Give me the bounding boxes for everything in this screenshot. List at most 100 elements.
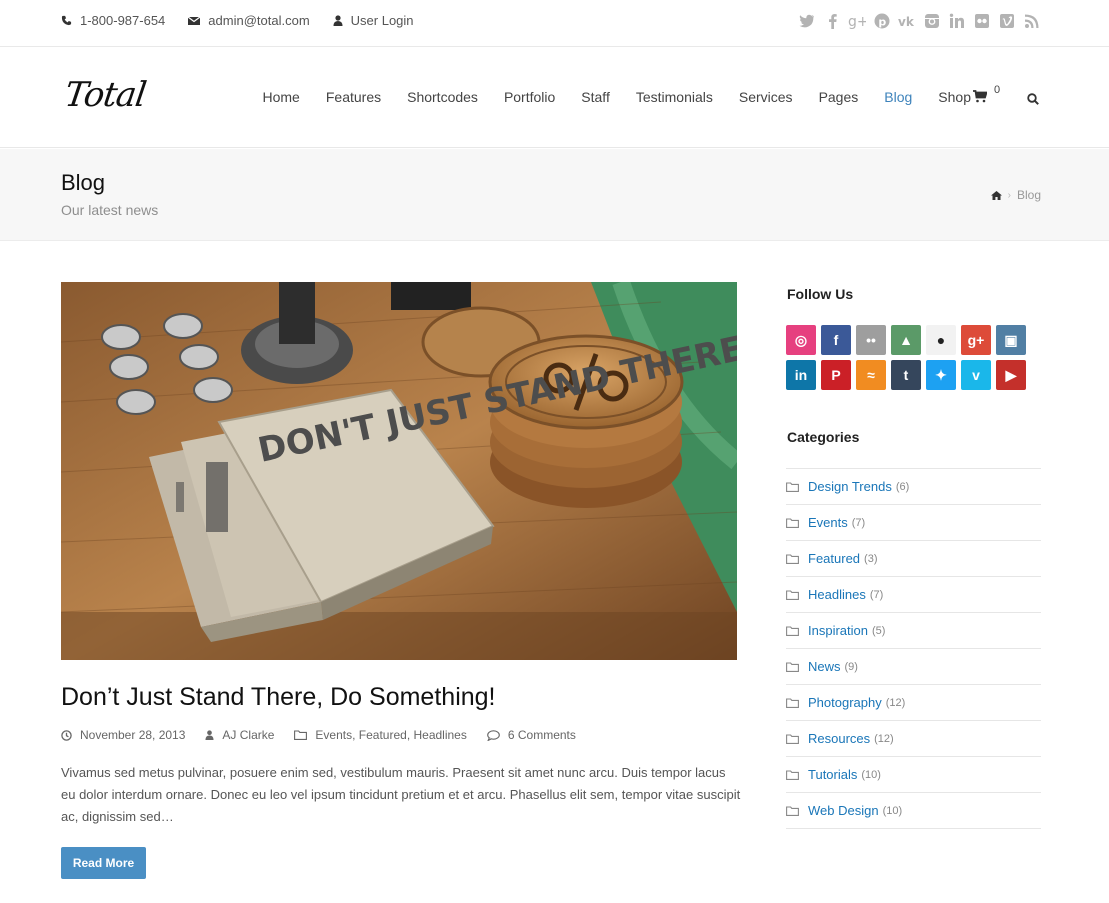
- cart-count: 0: [994, 84, 1001, 96]
- nav-shortcodes[interactable]: Shortcodes: [407, 89, 478, 105]
- vimeo-icon[interactable]: [998, 12, 1016, 30]
- top-bar: 1-800-987-654 admin@total.com User Login…: [0, 0, 1109, 47]
- category-link[interactable]: Headlines: [808, 587, 866, 602]
- home-icon[interactable]: [990, 190, 1002, 200]
- nav-shop[interactable]: Shop: [938, 89, 971, 105]
- youtube-icon[interactable]: ▶: [996, 360, 1026, 390]
- facebook-icon[interactable]: [823, 12, 841, 30]
- phone-link[interactable]: 1-800-987-654: [61, 13, 165, 28]
- category-link[interactable]: Inspiration: [808, 623, 868, 638]
- category-count: (10): [882, 804, 903, 817]
- google-plus-icon[interactable]: g+: [961, 325, 991, 355]
- nav-home[interactable]: Home: [263, 89, 300, 105]
- vk-icon[interactable]: vk: [898, 12, 916, 30]
- cart-button[interactable]: 0: [973, 84, 1000, 103]
- nav-staff[interactable]: Staff: [581, 89, 610, 105]
- site-logo[interactable]: Total: [62, 75, 148, 115]
- flickr-icon[interactable]: ••: [856, 325, 886, 355]
- category-item[interactable]: Events (7): [786, 505, 1041, 541]
- post-categories: Events, Featured, Headlines: [294, 728, 467, 742]
- facebook-icon[interactable]: f: [821, 325, 851, 355]
- category-count: (3): [864, 552, 878, 565]
- category-link[interactable]: News: [808, 659, 841, 674]
- category-item[interactable]: Inspiration (5): [786, 613, 1041, 649]
- folder-icon: [786, 481, 799, 492]
- categories-title: Categories: [787, 429, 860, 445]
- tumblr-icon[interactable]: t: [891, 360, 921, 390]
- category-item[interactable]: Headlines (7): [786, 577, 1041, 613]
- read-more-button[interactable]: Read More: [61, 847, 146, 879]
- post-comments[interactable]: 6 Comments: [487, 728, 576, 742]
- nav-portfolio[interactable]: Portfolio: [504, 89, 555, 105]
- category-item[interactable]: Web Design (10): [786, 793, 1041, 829]
- post-category-link[interactable]: Headlines: [413, 728, 466, 742]
- category-count: (7): [851, 516, 866, 529]
- folder-icon: [294, 730, 308, 740]
- instagram-icon[interactable]: [923, 12, 941, 30]
- twitter-icon[interactable]: ✦: [926, 360, 956, 390]
- dribbble-icon[interactable]: ◎: [786, 325, 816, 355]
- category-link[interactable]: Photography: [808, 695, 882, 710]
- svg-text:g+: g+: [848, 14, 866, 29]
- category-item[interactable]: News (9): [786, 649, 1041, 685]
- category-count: (6): [895, 480, 910, 493]
- phone-number: 1-800-987-654: [80, 13, 166, 28]
- nav-blog[interactable]: Blog: [884, 89, 912, 105]
- category-link[interactable]: Resources: [808, 731, 870, 746]
- category-count: (7): [869, 588, 884, 601]
- category-item[interactable]: Photography (12): [786, 685, 1041, 721]
- pinterest-icon[interactable]: p: [873, 12, 891, 30]
- pinterest-icon[interactable]: P: [821, 360, 851, 390]
- github-icon[interactable]: ●: [926, 325, 956, 355]
- flickr-icon[interactable]: [973, 12, 991, 30]
- page-header: Blog Our latest news › Blog: [0, 149, 1109, 241]
- page-title: Blog: [61, 170, 106, 195]
- category-item[interactable]: Featured (3): [786, 541, 1041, 577]
- post-comments-count[interactable]: 6 Comments: [508, 728, 576, 742]
- nav-features[interactable]: Features: [326, 89, 381, 105]
- forrst-icon[interactable]: ▲: [891, 325, 921, 355]
- google-plus-icon[interactable]: g+: [848, 12, 866, 30]
- twitter-icon[interactable]: [798, 12, 816, 30]
- instagram-icon[interactable]: ▣: [996, 325, 1026, 355]
- post-author-name[interactable]: AJ Clarke: [222, 728, 274, 742]
- rss-icon[interactable]: [1023, 12, 1041, 30]
- email-link[interactable]: admin@total.com: [188, 13, 310, 28]
- category-link[interactable]: Design Trends: [808, 479, 892, 494]
- phone-icon: [61, 15, 72, 26]
- category-item[interactable]: Design Trends (6): [786, 469, 1041, 505]
- category-item[interactable]: Resources (12): [786, 721, 1041, 757]
- categories-list: Design Trends (6) Events (7) Featured (3) Head…: [786, 468, 1041, 829]
- category-link[interactable]: Web Design: [808, 803, 879, 818]
- user-icon: [205, 730, 214, 740]
- folder-icon: [786, 589, 799, 600]
- page-subtitle: Our latest news: [61, 202, 159, 218]
- rss-icon[interactable]: ≈: [856, 360, 886, 390]
- category-link[interactable]: Tutorials: [808, 767, 857, 782]
- linkedin-icon[interactable]: in: [786, 360, 816, 390]
- clock-icon: [61, 729, 72, 741]
- linkedin-icon[interactable]: [948, 12, 966, 30]
- nav-pages[interactable]: Pages: [819, 89, 859, 105]
- site-header: Total Home Features Shortcodes Portfolio…: [0, 48, 1109, 148]
- post-category-link[interactable]: Featured: [359, 728, 407, 742]
- search-button[interactable]: [1027, 92, 1039, 110]
- post-excerpt: Vivamus sed metus pulvinar, posuere enim…: [61, 765, 741, 824]
- vimeo-icon[interactable]: v: [961, 360, 991, 390]
- post-title[interactable]: Don’t Just Stand There, Do Something!: [61, 683, 496, 712]
- post-featured-image[interactable]: DON'T JUST STAND THERE: [61, 282, 737, 660]
- breadcrumb-current: Blog: [1016, 188, 1041, 202]
- category-link[interactable]: Featured: [808, 551, 860, 566]
- user-login-label: User Login: [350, 13, 414, 28]
- user-login-link[interactable]: User Login: [333, 13, 414, 28]
- post-author[interactable]: AJ Clarke: [205, 728, 274, 742]
- nav-testimonials[interactable]: Testimonials: [636, 89, 713, 105]
- nav-services[interactable]: Services: [739, 89, 793, 105]
- svg-text:vk: vk: [898, 15, 915, 27]
- user-icon: [333, 15, 343, 26]
- category-link[interactable]: Events: [808, 515, 848, 530]
- post-category-link[interactable]: Events: [315, 728, 352, 742]
- folder-icon: [786, 697, 799, 708]
- svg-text:p: p: [878, 16, 886, 29]
- category-item[interactable]: Tutorials (10): [786, 757, 1041, 793]
